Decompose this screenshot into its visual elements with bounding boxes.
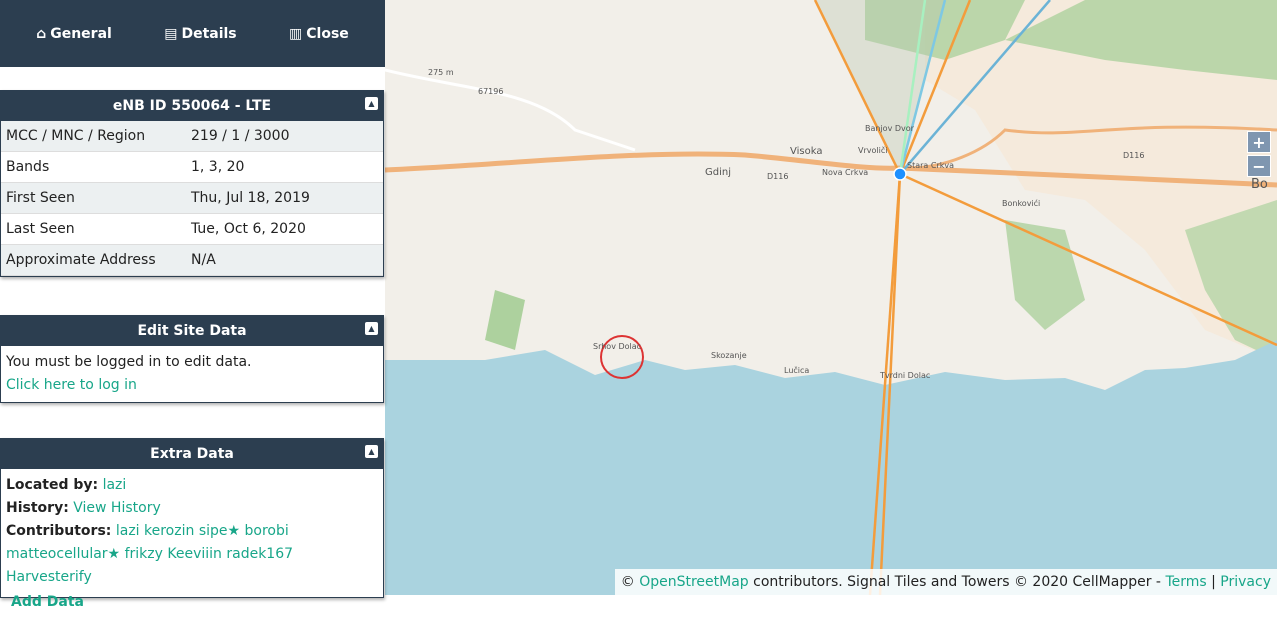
map-label: Lučica: [784, 366, 810, 375]
info-row: Bands 1, 3, 20: [1, 152, 383, 183]
site-info-panel: eNB ID 550064 - LTE ▲ MCC / MNC / Region 2…: [0, 90, 384, 277]
info-label: Approximate Address: [6, 252, 156, 268]
panel-title: Extra Data: [150, 446, 234, 462]
history-label: History:: [6, 500, 69, 516]
general-button[interactable]: ⌂ General: [36, 26, 112, 42]
view-history-link[interactable]: View History: [73, 500, 160, 516]
map-label: Bonkovići: [1002, 199, 1041, 208]
privacy-link[interactable]: Privacy: [1220, 574, 1271, 590]
separator: |: [1206, 574, 1221, 590]
info-row: Approximate Address N/A: [1, 245, 383, 276]
located-by-link[interactable]: lazi: [103, 477, 127, 493]
map-label: Skozanje: [711, 351, 747, 360]
info-value: 219 / 1 / 3000: [191, 128, 290, 144]
top-nav: ⌂ General ▤ Details ▥ Close: [0, 0, 385, 67]
add-data-button[interactable]: Add Data: [11, 594, 84, 610]
book-icon: ▤: [164, 25, 178, 42]
info-label: Bands: [6, 159, 50, 175]
map-label: Srhov Dolac: [593, 342, 642, 351]
home-icon: ⌂: [36, 25, 47, 42]
map-label: D116: [767, 172, 789, 181]
info-label: Last Seen: [6, 221, 75, 237]
collapse-icon[interactable]: ▲: [365, 97, 378, 110]
sidebar: ⌂ General ▤ Details ▥ Close eNB ID 550064 -…: [0, 0, 385, 610]
attribution-text: contributors. Signal Tiles and Towers © …: [748, 574, 1166, 590]
panel-header: Extra Data ▲: [1, 439, 383, 469]
close-label: Close: [306, 25, 349, 42]
openstreetmap-link[interactable]: OpenStreetMap: [639, 574, 748, 590]
close-button[interactable]: ▥ Close: [289, 26, 349, 42]
map-icon: ▥: [289, 25, 303, 42]
map-label: D116: [1123, 151, 1145, 160]
info-value: N/A: [191, 252, 216, 268]
info-label: MCC / MNC / Region: [6, 128, 146, 144]
contributor-link[interactable]: Harvesterify: [6, 569, 92, 585]
panel-header: eNB ID 550064 - LTE ▲: [1, 91, 383, 121]
zoom-out-button[interactable]: −: [1247, 155, 1271, 177]
info-row: First Seen Thu, Jul 18, 2019: [1, 183, 383, 214]
map-label: Banjov Dvor: [865, 124, 914, 133]
contributor-link[interactable]: frikzy: [125, 546, 163, 562]
zoom-in-button[interactable]: +: [1247, 131, 1271, 153]
contributor-link[interactable]: matteocellular★: [6, 546, 120, 562]
map-label: Tvrdni Dolac: [880, 371, 931, 380]
map-label: Bo: [1251, 177, 1268, 192]
tower-marker[interactable]: [893, 167, 907, 181]
info-value: Tue, Oct 6, 2020: [191, 221, 306, 237]
contributor-link[interactable]: radek167: [226, 546, 293, 562]
contributor-link[interactable]: kerozin: [144, 523, 194, 539]
details-button[interactable]: ▤ Details: [164, 26, 236, 42]
details-label: Details: [181, 25, 237, 42]
map-label: 275 m: [428, 68, 454, 77]
map[interactable]: 275 m 67196 Visoka Banjov Dvor Vrvoliči …: [384, 0, 1277, 596]
info-row: Last Seen Tue, Oct 6, 2020: [1, 214, 383, 245]
login-link[interactable]: Click here to log in: [6, 377, 137, 393]
contributor-link[interactable]: lazi: [116, 523, 140, 539]
edit-site-panel: Edit Site Data ▲ You must be logged in to…: [0, 315, 384, 403]
panel-title: eNB ID 550064 - LTE: [112, 98, 272, 114]
extra-data-panel: Extra Data ▲ Located by: lazi History: Vi…: [0, 438, 384, 610]
contributor-link[interactable]: sipe★: [199, 523, 240, 539]
map-attribution: © OpenStreetMap contributors. Signal Til…: [614, 569, 1277, 595]
collapse-icon[interactable]: ▲: [365, 445, 378, 458]
map-label: Visoka: [790, 146, 823, 157]
panel-title: Edit Site Data: [137, 323, 247, 339]
contributor-link[interactable]: borobi: [245, 523, 289, 539]
contributors-label: Contributors:: [6, 523, 112, 539]
map-label: 67196: [478, 87, 504, 96]
info-value: 1, 3, 20: [191, 159, 245, 175]
located-label: Located by:: [6, 477, 99, 493]
general-label: General: [50, 25, 112, 42]
contributor-link[interactable]: Keeviiin: [167, 546, 222, 562]
login-message: You must be logged in to edit data.: [6, 354, 252, 370]
info-row: MCC / MNC / Region 219 / 1 / 3000: [1, 121, 383, 152]
copyright-symbol: ©: [620, 574, 635, 590]
map-label: Nova Crkva: [822, 168, 869, 177]
panel-header: Edit Site Data ▲: [1, 316, 383, 346]
map-canvas[interactable]: [384, 0, 1277, 596]
info-label: First Seen: [6, 190, 75, 206]
info-value: Thu, Jul 18, 2019: [191, 190, 310, 206]
map-label: Vrvoliči: [858, 146, 888, 155]
terms-link[interactable]: Terms: [1165, 574, 1206, 590]
map-label: Gdinj: [705, 167, 731, 178]
collapse-icon[interactable]: ▲: [365, 322, 378, 335]
map-label: Stara Crkva: [907, 161, 954, 170]
